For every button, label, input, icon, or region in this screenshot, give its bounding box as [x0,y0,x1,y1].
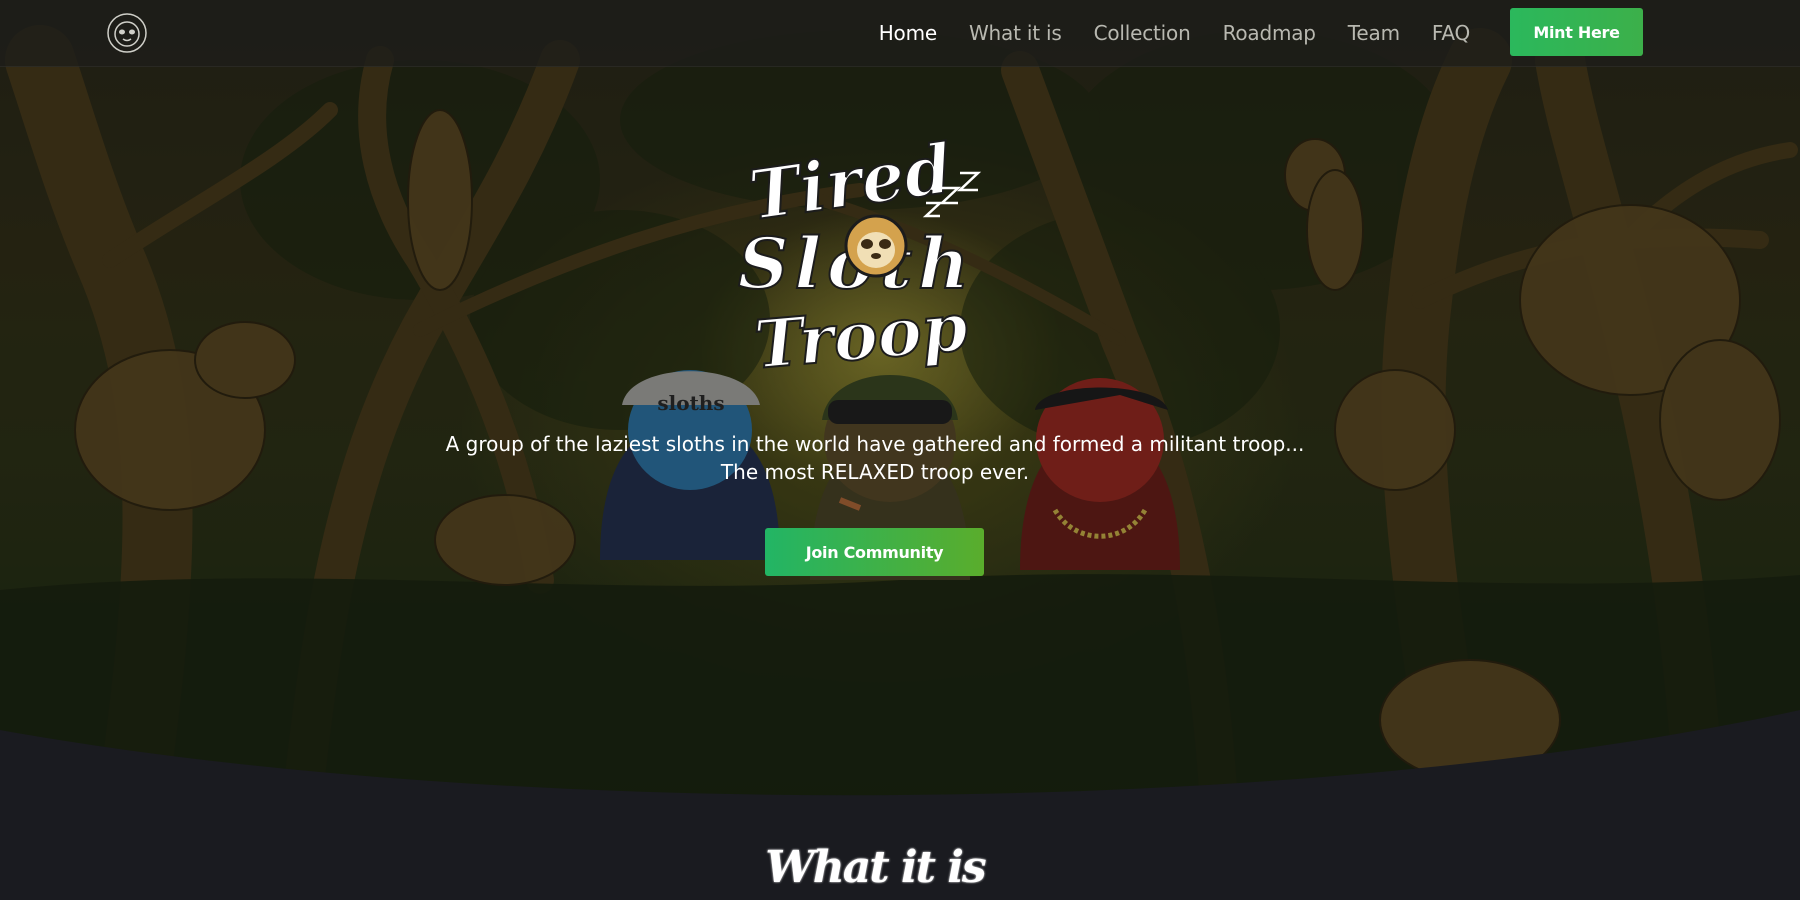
tired-sloth-troop-logo: Tired Sloth Troop [737,128,982,378]
nav-links: Home What it is Collection Roadmap Team … [879,0,1470,66]
section-title-what-it-is: What it is [765,842,986,893]
nav-link-what-it-is[interactable]: What it is [969,21,1062,45]
logo-line-1: Tired [744,129,956,236]
sloth-logo-icon[interactable] [104,10,150,56]
join-community-button[interactable]: Join Community [765,528,984,576]
forest-background: sloths [0,0,1800,820]
nav-link-home[interactable]: Home [879,21,937,45]
mint-here-button[interactable]: Mint Here [1510,8,1643,56]
nav-link-roadmap[interactable]: Roadmap [1223,21,1316,45]
nav-link-team[interactable]: Team [1348,21,1400,45]
nav-link-faq[interactable]: FAQ [1432,21,1470,45]
nav-link-collection[interactable]: Collection [1094,21,1191,45]
top-navbar: Home What it is Collection Roadmap Team … [0,0,1800,67]
hero-section: sloths Tired Sloth Troop [0,0,1800,820]
hero-tagline: A group of the laziest sloths in the wor… [0,430,1750,486]
tagline-line-1: A group of the laziest sloths in the wor… [445,432,1305,456]
tagline-line-2: The most RELAXED troop ever. [720,460,1030,484]
sloth-face-icon [844,214,908,278]
